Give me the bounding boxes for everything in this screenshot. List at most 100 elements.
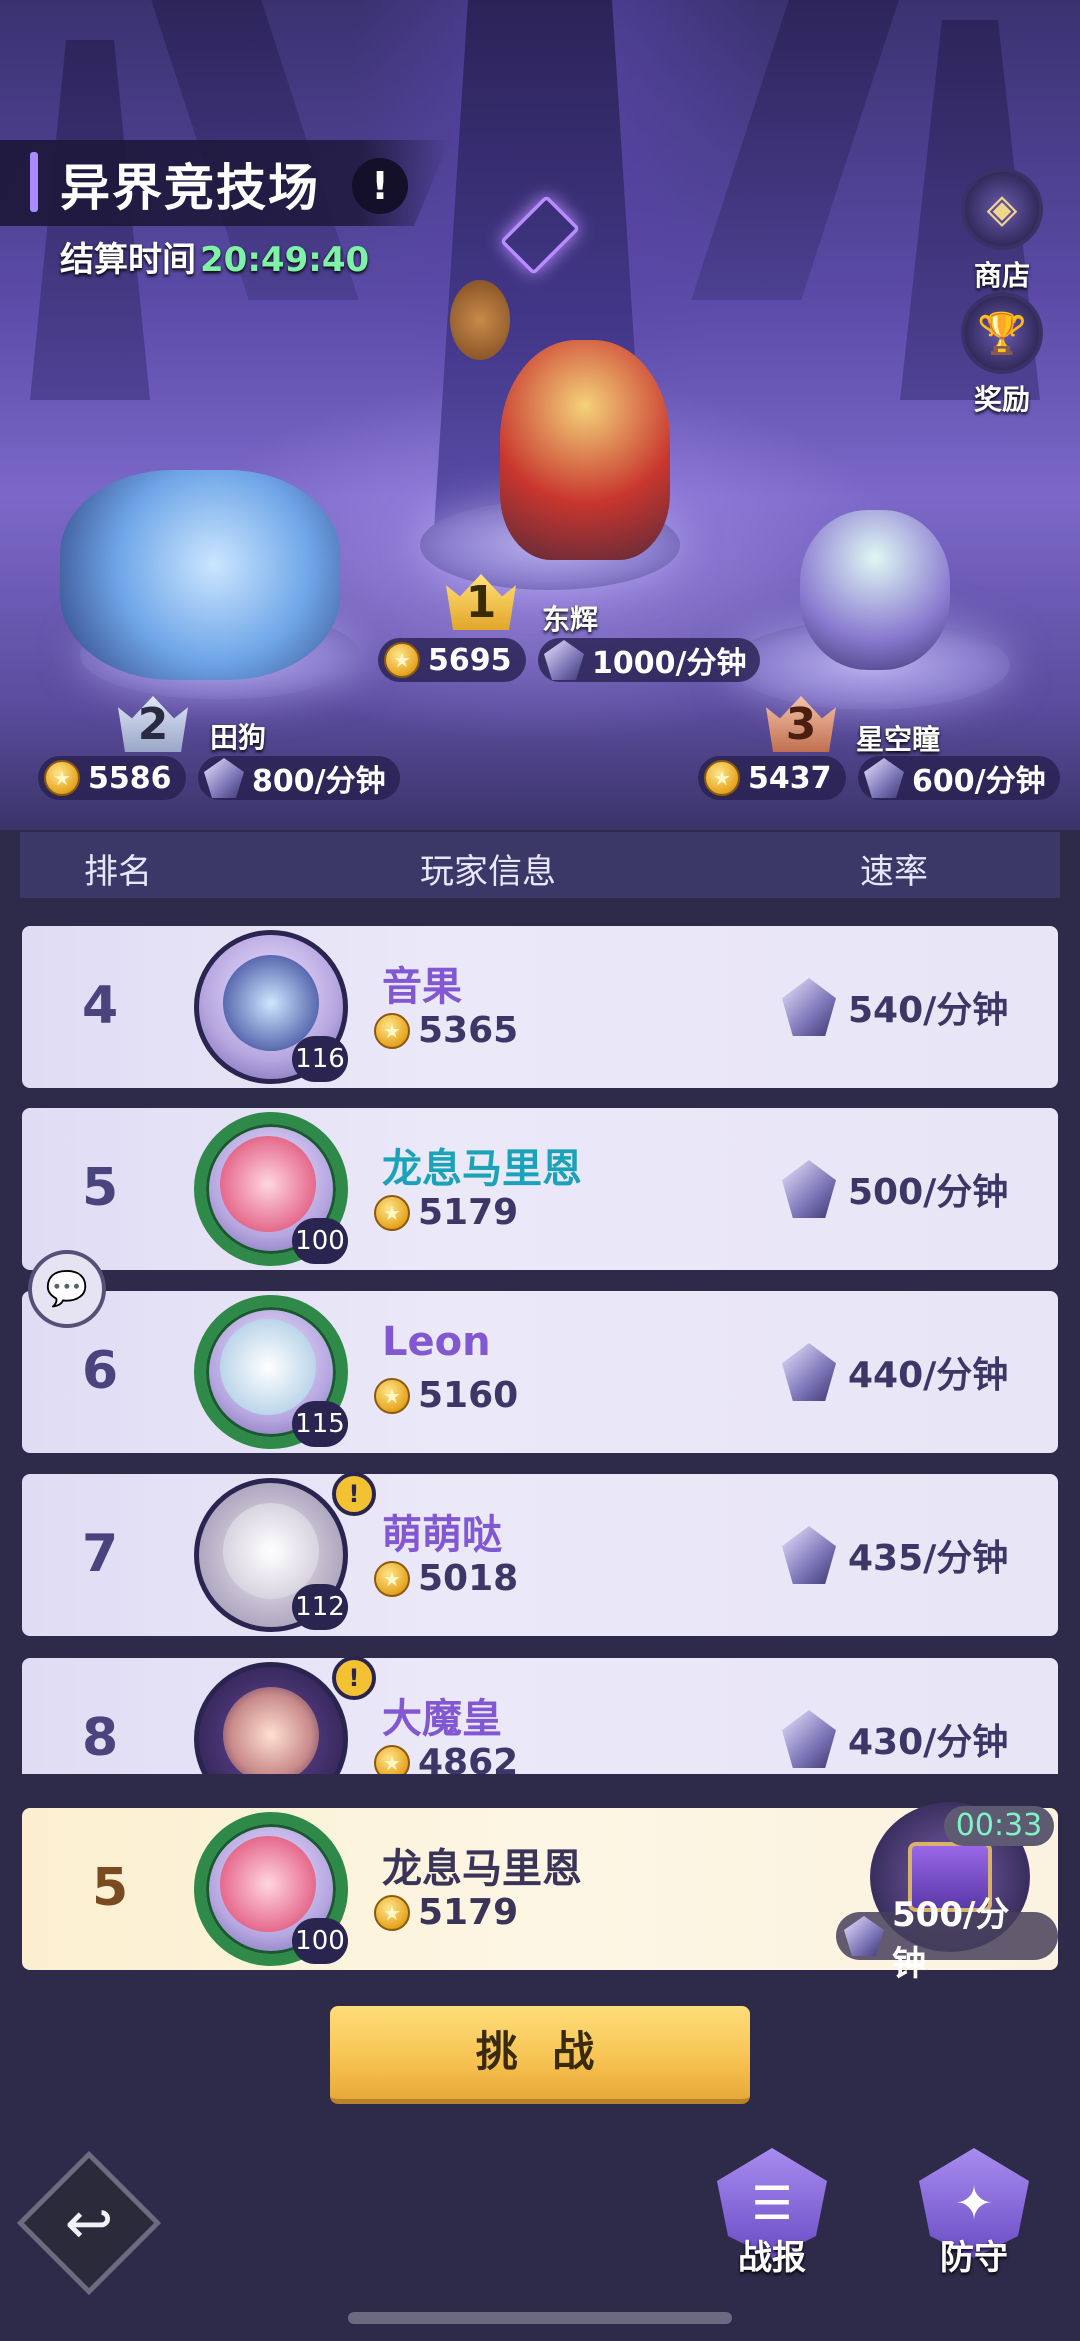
ranking-row[interactable]: 7 ! 112 萌萌哒 ★ 5018 435/分钟	[22, 1472, 1058, 1636]
podium-2-rate: 800/分钟	[198, 756, 400, 800]
player-level-badge: 115	[292, 1401, 348, 1447]
crystal-icon	[782, 1160, 836, 1218]
player-score-value: 4862	[418, 1742, 519, 1774]
player-name: 萌萌哒	[382, 1512, 502, 1558]
player-score-value: 5160	[418, 1375, 519, 1416]
arena-hero	[0, 0, 1080, 830]
chat-bubble-icon[interactable]: 💬	[28, 1250, 106, 1328]
podium-3-name[interactable]: 星空瞳	[856, 718, 940, 758]
crystal-icon	[782, 978, 836, 1036]
row-rank: 4	[82, 976, 119, 1036]
coin-icon: ★	[374, 1560, 410, 1597]
player-level-badge: 100	[292, 1218, 348, 1264]
avatar-face	[220, 1319, 316, 1415]
defense-label: 防守	[940, 2238, 1008, 2278]
home-indicator[interactable]	[348, 2312, 732, 2324]
player-rate: 540/分钟	[782, 978, 1008, 1036]
battle-report-button[interactable]: ☰ 战报	[702, 2148, 842, 2279]
avatar-face	[223, 1503, 319, 1599]
player-rate: 430/分钟	[782, 1710, 1008, 1768]
my-score-value: 5179	[418, 1892, 519, 1933]
crystal-icon	[782, 1710, 836, 1768]
crystal-icon	[204, 758, 244, 798]
challenge-button[interactable]: 挑 战	[330, 2006, 750, 2104]
podium-1-rate: 1000/分钟	[538, 638, 761, 682]
player-score: ★ 5160	[374, 1375, 518, 1416]
alert-icon: !	[332, 1472, 376, 1516]
player-level-badge: 116	[292, 1036, 348, 1082]
player-score-value: 5365	[418, 1010, 519, 1051]
battle-report-label: 战报	[738, 2238, 806, 2278]
avatar-face	[223, 1687, 319, 1774]
crystal-icon	[782, 1526, 836, 1584]
podium-1-score: ★ 5695	[378, 638, 526, 682]
podium-1-score-value: 5695	[428, 642, 512, 678]
info-icon[interactable]: !	[352, 158, 408, 214]
crystal-icon	[544, 640, 584, 680]
coin-icon: ★	[704, 760, 740, 796]
back-arrow-icon[interactable]: ↩	[38, 2172, 140, 2274]
crystal-icon	[782, 1343, 836, 1401]
player-name: 大魔皇	[382, 1696, 502, 1742]
coin-icon: ★	[384, 642, 420, 678]
champion-3-figure[interactable]	[800, 510, 950, 670]
crystal-icon	[844, 1916, 884, 1956]
player-rate-value: 540/分钟	[848, 990, 1009, 1031]
title-accent-bar	[30, 152, 38, 212]
ranking-row[interactable]: 4 116 音果 ★ 5365 540/分钟	[22, 926, 1058, 1088]
coin-icon: ★	[374, 1377, 410, 1414]
ranking-table-header: 排名 玩家信息 速率	[20, 832, 1060, 898]
settlement-label: 结算时间	[60, 240, 196, 280]
my-rank: 5	[92, 1858, 129, 1918]
row-rank: 7	[82, 1524, 119, 1584]
podium-2-score-value: 5586	[88, 760, 172, 796]
crystal-icon	[864, 758, 904, 798]
reward-label: 奖励	[973, 383, 1030, 416]
page-title: 异界竞技场	[60, 159, 320, 217]
player-name: 龙息马里恩	[382, 1146, 582, 1192]
player-rate-value: 435/分钟	[848, 1538, 1009, 1579]
podium-3-score: ★ 5437	[698, 756, 846, 800]
player-score: ★ 5018	[374, 1558, 518, 1599]
shop-label: 商店	[973, 259, 1030, 292]
my-rate-value: 500/分钟	[892, 1895, 1010, 1984]
trophy-icon: 🏆	[961, 292, 1043, 374]
row-rank: 8	[82, 1708, 119, 1768]
alert-icon: !	[332, 1656, 376, 1700]
player-score: ★ 4862	[374, 1742, 518, 1774]
defense-button[interactable]: ✦ 防守	[904, 2148, 1044, 2279]
row-rank: 6	[82, 1341, 119, 1401]
ranking-row[interactable]: 6 115 Leon ★ 5160 440/分钟	[22, 1291, 1058, 1453]
champion-1-figure[interactable]	[500, 340, 670, 560]
my-ranking-row[interactable]: 5 100 龙息马里恩 ★ 5179 00:33 500/分钟	[22, 1802, 1058, 1984]
player-avatar[interactable]	[194, 1662, 348, 1774]
podium-1-rate-value: 1000/分钟	[592, 646, 747, 681]
podium-3-rate-value: 600/分钟	[912, 764, 1046, 799]
player-score: ★ 5365	[374, 1010, 518, 1051]
podium-2-name[interactable]: 田狗	[210, 716, 266, 756]
avatar-face	[223, 955, 319, 1051]
avatar-face	[220, 1836, 316, 1932]
ranking-row[interactable]: 5 100 龙息马里恩 ★ 5179 500/分钟	[22, 1108, 1058, 1270]
coin-icon: ★	[44, 760, 80, 796]
podium-2-score: ★ 5586	[38, 756, 186, 800]
ranking-row[interactable]: 8 ! 大魔皇 ★ 4862 430/分钟	[22, 1656, 1058, 1774]
player-score: ★ 5179	[374, 1192, 518, 1233]
my-score: ★ 5179	[374, 1892, 518, 1933]
settlement-time: 结算时间 20:49:40	[60, 232, 369, 281]
ranking-list[interactable]: 4 116 音果 ★ 5365 540/分钟 5 100 龙息马里恩 ★ 5179 …	[0, 908, 1080, 1774]
my-level-badge: 100	[292, 1918, 348, 1964]
shop-button[interactable]: ◈ 商店	[952, 168, 1052, 294]
player-rate: 440/分钟	[782, 1343, 1008, 1401]
avatar-face	[220, 1136, 316, 1232]
coin-icon: ★	[374, 1894, 410, 1931]
champion-2-figure[interactable]	[60, 470, 340, 680]
shop-icon: ◈	[961, 168, 1043, 250]
player-rate-value: 440/分钟	[848, 1355, 1009, 1396]
podium-3-score-value: 5437	[748, 760, 832, 796]
player-score-value: 5179	[418, 1192, 519, 1233]
reward-button[interactable]: 🏆 奖励	[952, 292, 1052, 418]
podium-1-name[interactable]: 东辉	[542, 598, 598, 638]
background-pillar	[691, 0, 899, 300]
header-player-info: 玩家信息	[420, 852, 556, 892]
